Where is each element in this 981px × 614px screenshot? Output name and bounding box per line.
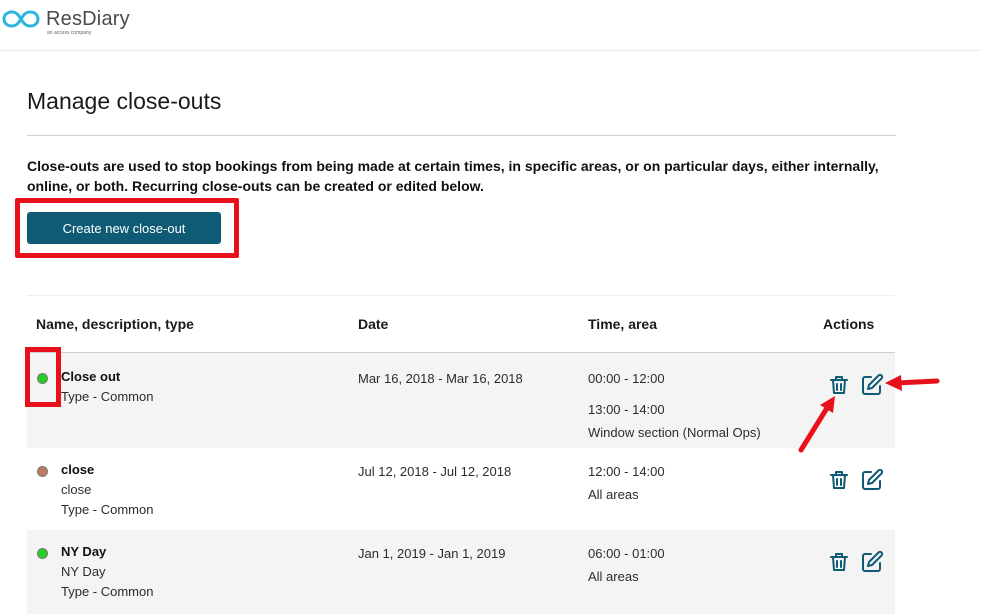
edit-icon — [862, 468, 884, 490]
closeout-area: Window section (Normal Ops) — [588, 425, 761, 440]
delete-button[interactable] — [827, 468, 851, 492]
brand-name: ResDiary — [46, 8, 130, 30]
delete-button[interactable] — [827, 550, 851, 574]
edit-button[interactable] — [860, 468, 884, 492]
closeout-area: All areas — [588, 487, 639, 502]
header-time: Time, area — [588, 316, 658, 332]
closeout-date: Jan 1, 2019 - Jan 1, 2019 — [358, 546, 506, 561]
title-divider — [27, 135, 896, 136]
page-description: Close-outs are used to stop bookings fro… — [27, 158, 879, 194]
brand-tagline: an access company — [47, 30, 92, 36]
annotation-arrow-edit — [885, 375, 940, 391]
status-dot-inactive — [37, 466, 48, 477]
closeout-description: NY Day — [61, 564, 106, 579]
resdiary-logo[interactable]: ResDiary an access company — [2, 8, 130, 36]
closeout-description: close — [61, 482, 92, 497]
closeout-date: Jul 12, 2018 - Jul 12, 2018 — [358, 464, 512, 479]
closeout-name: Close out — [61, 369, 121, 384]
closeout-type: Type - Common — [61, 584, 154, 599]
header-date: Date — [358, 316, 389, 332]
header-name: Name, description, type — [36, 316, 194, 332]
annotation-arrow-delete — [798, 396, 835, 453]
top-bar: ResDiary an access company — [0, 0, 981, 51]
closeout-area: All areas — [588, 569, 639, 584]
annotation-arrows — [798, 375, 940, 453]
closeout-time: 13:00 - 14:00 — [588, 402, 665, 417]
closeout-time: 06:00 - 01:00 — [588, 546, 665, 561]
closeout-name: close — [61, 462, 95, 477]
table-row: Close out Type - Common Mar 16, 2018 - M… — [27, 353, 895, 448]
closeout-time: 12:00 - 14:00 — [588, 464, 665, 479]
status-dot-active — [37, 548, 48, 559]
table-row: close close Type - Common Jul 12, 2018 -… — [27, 448, 895, 530]
closeout-type: Type - Common — [61, 502, 154, 517]
table-header: Name, description, type Date Time, area … — [27, 295, 895, 353]
annotation-highlight-create-button — [15, 198, 239, 258]
closeout-type: Type - Common — [61, 389, 154, 404]
logo-infinity-icon — [2, 10, 40, 28]
edit-icon — [862, 550, 884, 572]
edit-button[interactable] — [860, 550, 884, 574]
table-row: NY Day NY Day Type - Common Jan 1, 2019 … — [27, 530, 895, 614]
closeout-name: NY Day — [61, 544, 107, 559]
closeout-date: Mar 16, 2018 - Mar 16, 2018 — [358, 371, 523, 386]
close-outs-table: Name, description, type Date Time, area … — [27, 295, 895, 614]
annotation-highlight-status-dot — [25, 347, 61, 407]
trash-icon — [830, 553, 848, 571]
closeout-time: 00:00 - 12:00 — [588, 371, 665, 386]
trash-icon — [830, 471, 848, 489]
header-actions: Actions — [823, 316, 875, 332]
page-title: Manage close-outs — [27, 88, 222, 114]
